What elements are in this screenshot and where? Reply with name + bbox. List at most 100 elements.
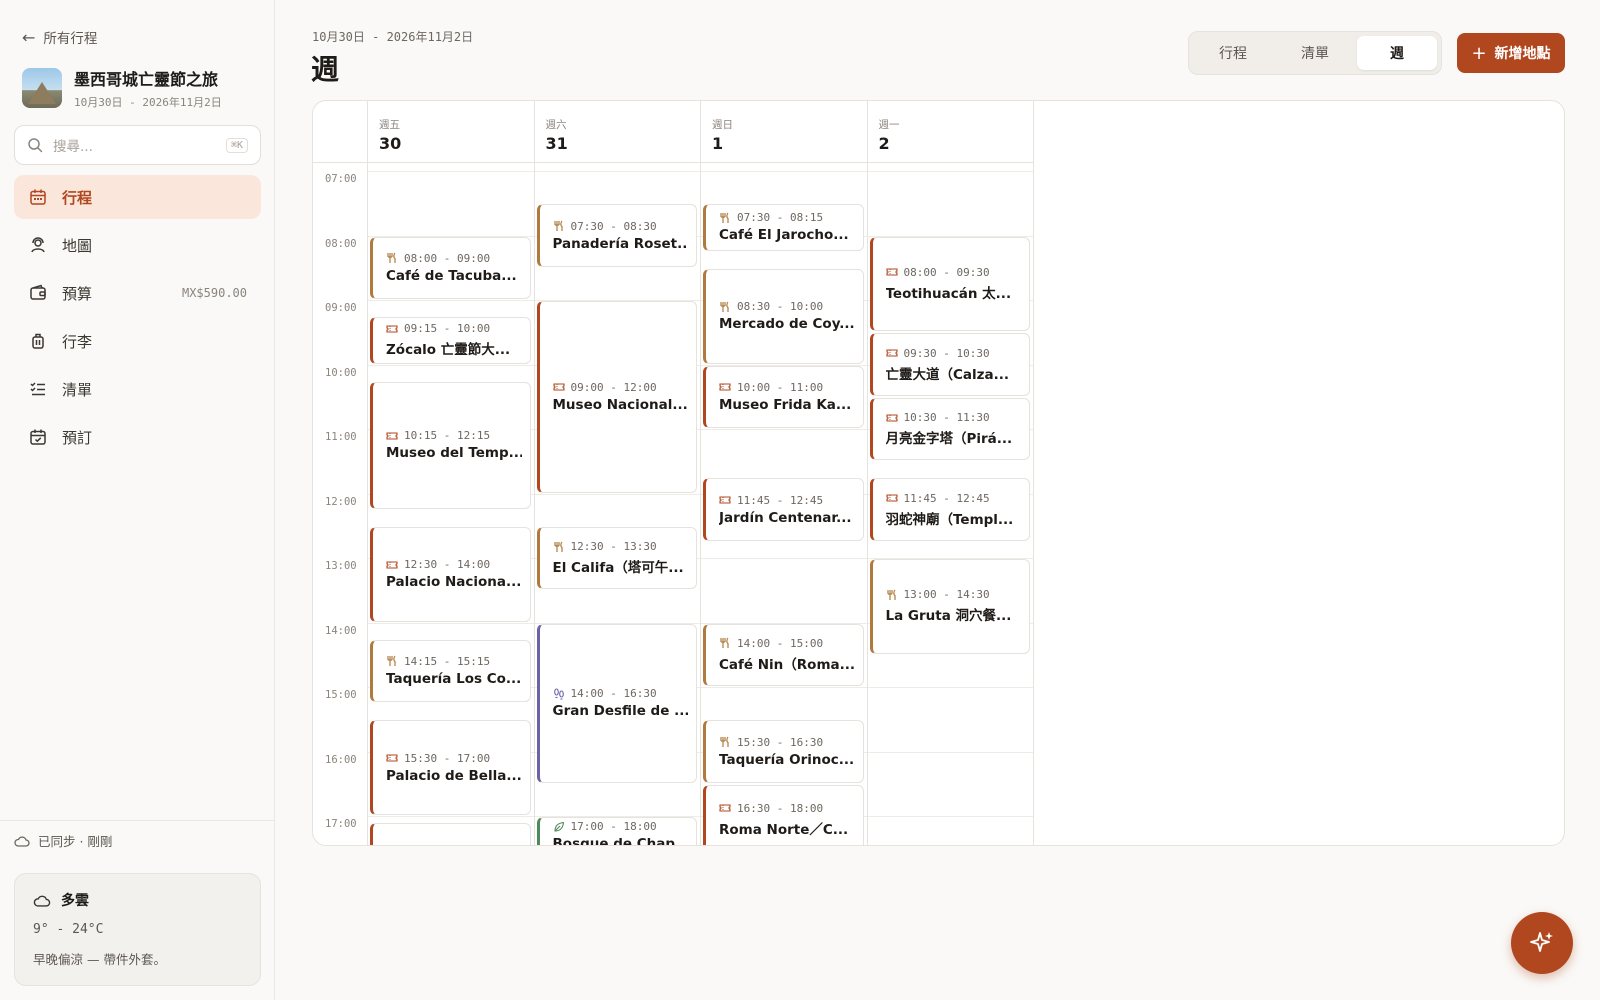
event-title: Palacio Naciona...	[386, 574, 522, 591]
ticket-icon	[386, 323, 398, 335]
event-title: 亡靈大道（Calza...	[885, 366, 1010, 383]
calendar-event[interactable]: 16:30 - 18:00 Roma Norte／C...	[703, 784, 864, 845]
calendar-event[interactable]: 08:00 - 09:30 Teotihuacán 太...	[869, 236, 1030, 332]
ai-assistant-button[interactable]	[1511, 912, 1573, 974]
event-title: 月亮金字塔（Pirá...	[885, 431, 1013, 447]
hour-label: 16:00	[325, 753, 357, 766]
hour-label: 13:00	[325, 560, 357, 572]
hour-label: 15:00	[325, 689, 357, 701]
event-title: Café El Jarocho...	[719, 227, 849, 244]
view-tab-2[interactable]: 週	[1357, 36, 1437, 70]
view-tab-0[interactable]: 行程	[1193, 36, 1273, 70]
event-title: Zócalo 亡靈節大...	[386, 342, 511, 359]
search-placeholder: 搜尋...	[53, 139, 93, 155]
plus-icon: +	[1471, 42, 1487, 64]
sidebar-item-2[interactable]: 預算 MX$590.00	[14, 271, 261, 315]
sidebar-item-label: 行程	[62, 188, 93, 207]
calendar-event[interactable]: 15:30 - 16:30 Taquería Orinoc...	[703, 720, 864, 783]
sidebar-item-label: 預算	[62, 284, 93, 303]
ticket-icon	[719, 494, 731, 506]
calendar-event[interactable]: 11:45 - 12:45 Jardín Centenar...	[703, 478, 864, 541]
fork-knife-icon	[553, 541, 565, 553]
calendar-event[interactable]: 10:15 - 12:15 Museo del Temp...	[370, 381, 531, 509]
calendar-icon	[28, 187, 48, 207]
calendar-event[interactable]: 08:30 - 10:00 Mercado de Coy...	[703, 268, 864, 364]
fork-knife-icon	[886, 589, 898, 601]
checklist-icon	[28, 379, 48, 399]
page-title: 週	[311, 53, 340, 86]
hour-label: 09:00	[325, 302, 357, 314]
event-title: Café Nin（Roma...	[719, 656, 855, 673]
day-number: 2	[878, 134, 890, 153]
ticket-icon	[386, 430, 398, 442]
event-time: 13:00 - 14:30	[903, 588, 990, 602]
event-time: 08:00 - 09:00	[404, 251, 491, 265]
sidebar-item-5[interactable]: 預訂	[14, 415, 261, 459]
event-time: 08:30 - 10:00	[737, 300, 824, 314]
event-title: 羽蛇神廟（Templ...	[885, 511, 1014, 528]
calendar-event[interactable]: 07:30 - 08:30 Panadería Roset...	[536, 204, 697, 267]
day-header: 週一 2	[867, 101, 1034, 163]
event-time: 09:30 - 10:30	[903, 346, 990, 360]
calendar-event[interactable]: 09:00 - 12:00 Museo Nacional...	[536, 301, 697, 493]
search-input[interactable]: 搜尋... ⌘K	[14, 125, 261, 165]
event-time: 09:00 - 12:00	[570, 380, 657, 394]
calendar-event[interactable]: 10:00 - 11:00 Museo Frida Ka...	[703, 365, 864, 428]
calendar-event[interactable]: 07:30 - 08:15 Café El Jarocho...	[703, 204, 864, 251]
event-title: Palacio de Bella...	[386, 767, 522, 784]
day-of-week: 週五	[379, 119, 400, 131]
event-time: 14:00 - 16:30	[570, 687, 657, 701]
hour-label: 11:00	[325, 431, 357, 443]
week-calendar: 週五 30 週六 31 週日 1 週一 2 07:00 08:00 09:00 10:00 11:00…	[312, 100, 1565, 846]
weather-condition: 多雲	[61, 893, 89, 909]
calendar-event[interactable]: 14:00 - 16:30 Gran Desfile de ...	[536, 623, 697, 783]
back-to-all-trips-link[interactable]: ← 所有行程	[22, 27, 98, 48]
leaf-icon	[553, 821, 565, 833]
wallet-icon	[28, 283, 48, 303]
calendar-event[interactable]: 14:15 - 15:15 Taquería Los Co...	[370, 639, 531, 703]
event-title: Mercado de Coy...	[719, 316, 855, 333]
event-time: 11:45 - 12:45	[903, 491, 990, 505]
sidebar-item-3[interactable]: 行李	[14, 319, 261, 363]
calendar-event[interactable]: 08:00 - 09:00 Café de Tacuba...	[370, 236, 531, 299]
event-title: El Califa（塔可午...	[552, 560, 684, 576]
column-divider	[1033, 101, 1034, 845]
day-of-week: 週六	[545, 119, 567, 131]
weather-temperature: 9° - 24°C	[33, 922, 104, 937]
add-place-button[interactable]: + 新增地點	[1457, 33, 1565, 73]
column-divider	[533, 101, 535, 845]
calendar-event[interactable]: 10:30 - 11:30 月亮金字塔（Pirá...	[869, 397, 1030, 461]
add-place-label: 新增地點	[1494, 46, 1551, 62]
sidebar-item-1[interactable]: 地圖	[14, 223, 261, 267]
calendar-event[interactable]: 14:00 - 15:00 Café Nin（Roma...	[703, 623, 864, 686]
back-label: 所有行程	[43, 31, 98, 47]
hour-label: 17:00	[325, 818, 357, 830]
sidebar-item-0[interactable]: 行程	[14, 175, 261, 219]
ticket-icon	[885, 412, 898, 424]
column-divider	[700, 101, 701, 845]
calendar-event[interactable]: 13:00 - 14:30 La Gruta 洞穴餐...	[869, 559, 1030, 654]
calendar-event[interactable]: 17:00 - 18:00 Bosque de Chap...	[536, 817, 697, 845]
calendar-event[interactable]: 09:15 - 10:00 Zócalo 亡靈節大...	[370, 317, 531, 364]
ticket-icon	[719, 802, 731, 814]
event-time: 08:00 - 09:30	[903, 265, 990, 279]
event-time: 15:30 - 17:00	[404, 751, 491, 765]
calendar-event[interactable]: 12:30 - 14:00 Palacio Naciona...	[370, 526, 531, 622]
calendar-event[interactable]: 11:45 - 12:45 羽蛇神廟（Templ...	[869, 478, 1030, 541]
ticket-icon	[386, 752, 398, 764]
event-title: Taquería Los Co...	[386, 670, 522, 687]
sidebar-nav: 行程地圖 預算 MX$590.00 行李 清單預訂	[14, 175, 261, 463]
calendar-event[interactable]: 12:30 - 13:30 El Califa（塔可午...	[536, 526, 697, 590]
sidebar-item-4[interactable]: 清單	[14, 367, 261, 411]
day-number: 31	[545, 134, 568, 153]
fork-knife-icon	[719, 212, 731, 224]
event-time: 07:30 - 08:15	[737, 211, 824, 225]
calendar-event[interactable]: 15:30 - 17:00 Palacio de Bella...	[370, 720, 531, 815]
event-time: 15:30 - 16:30	[737, 735, 824, 749]
sidebar-item-label: 預訂	[62, 428, 93, 447]
view-tab-1[interactable]: 清單	[1275, 36, 1355, 70]
day-header: 週日 1	[700, 101, 867, 163]
column-divider	[866, 101, 868, 845]
calendar-event[interactable]: 09:30 - 10:30 亡靈大道（Calza...	[869, 333, 1030, 396]
calendar-event[interactable]	[370, 823, 531, 845]
